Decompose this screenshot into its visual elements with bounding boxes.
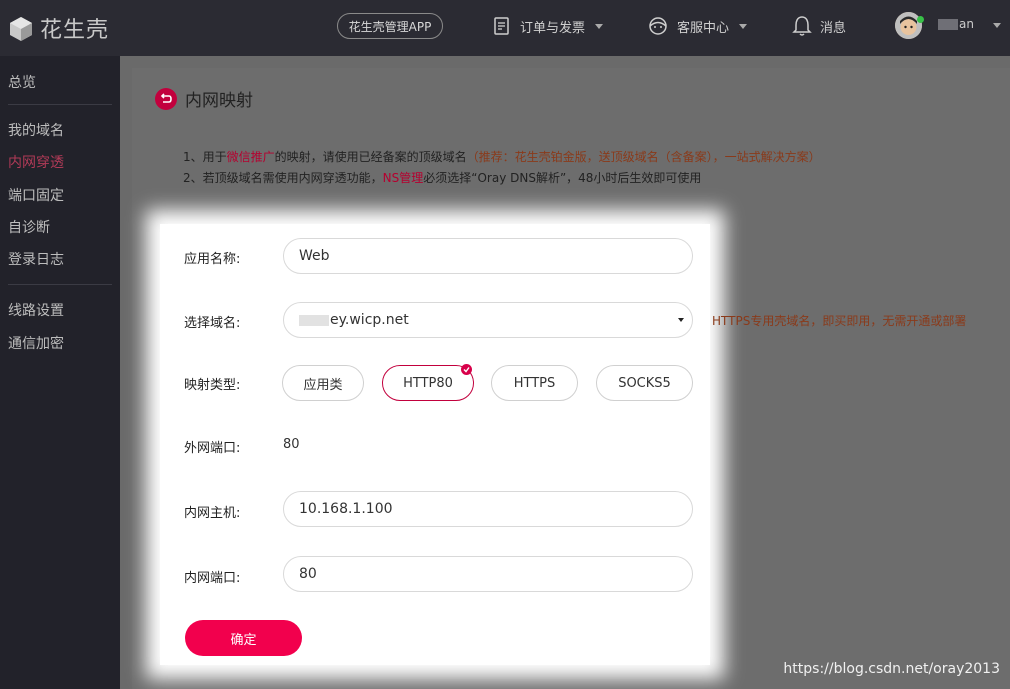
note-highlight: 微信推广: [226, 150, 275, 164]
sidebar-item-overview[interactable]: 总览: [8, 72, 36, 92]
sidebar-divider: [8, 104, 112, 105]
internal-port-value: 80: [299, 566, 317, 582]
sidebar-divider: [8, 284, 112, 285]
nav-support-label: 客服中心: [677, 20, 730, 36]
logo-text: 花生壳: [40, 18, 110, 43]
username[interactable]: an: [938, 17, 974, 31]
selected-check-icon: [461, 364, 472, 375]
nav-messages[interactable]: 消息: [792, 0, 846, 52]
online-status-dot: [917, 16, 924, 23]
note-line-1: 1、用于微信推广的映射，请使用已经备案的顶级域名（推荐：花生壳铂金版，送顶级域名…: [183, 147, 821, 168]
sidebar-item-self-diagnosis[interactable]: 自诊断: [8, 217, 50, 237]
domain-select[interactable]: ey.wicp.net: [283, 302, 693, 338]
watermark: https://blog.csdn.net/oray2013: [783, 661, 1000, 677]
app-name-label: 应用名称:: [184, 252, 241, 267]
domain-value: ey.wicp.net: [330, 312, 409, 328]
confirm-button[interactable]: 确定: [185, 620, 302, 656]
internal-port-input[interactable]: 80: [283, 556, 693, 592]
note-text: 2、若顶级域名需使用内网穿透功能，: [183, 171, 383, 185]
username-redacted: [938, 18, 958, 30]
back-arrow-icon: [160, 92, 172, 103]
note-line-2: 2、若顶级域名需使用内网穿透功能，NS管理必须选择“Oray DNS解析”，48…: [183, 168, 821, 189]
ns-management-link[interactable]: NS管理: [383, 171, 424, 185]
chevron-down-icon: [739, 23, 748, 29]
sidebar-item-intranet-penetration[interactable]: 内网穿透: [8, 152, 64, 172]
nav-support[interactable]: 客服中心: [647, 0, 748, 52]
external-port-value: 80: [283, 437, 300, 452]
domain-label: 选择域名:: [184, 316, 241, 331]
back-icon[interactable]: [155, 87, 177, 110]
note-recommendation-link[interactable]: （推荐：花生壳铂金版，送顶级域名（含备案），一站式解决方案）: [467, 150, 821, 164]
app-name-input[interactable]: Web: [283, 238, 693, 274]
type-app-button[interactable]: 应用类: [282, 365, 364, 401]
type-http80-label: HTTP80: [403, 375, 453, 391]
internal-host-label: 内网主机:: [184, 506, 241, 521]
usage-notes: 1、用于微信推广的映射，请使用已经备案的顶级域名（推荐：花生壳铂金版，送顶级域名…: [183, 147, 821, 189]
note-text: 必须选择“Oray DNS解析”，48小时后生效即可使用: [423, 171, 702, 185]
note-text: 的映射，请使用已经备案的顶级域名: [274, 150, 467, 164]
type-https-button[interactable]: HTTPS: [491, 365, 578, 401]
chevron-down-icon: [678, 318, 684, 322]
nav-orders[interactable]: 订单与发票: [492, 0, 604, 52]
internal-host-value: 10.168.1.100: [299, 501, 393, 517]
https-domain-note[interactable]: HTTPS专用壳域名，即买即用，无需开通或部署: [712, 312, 966, 329]
sidebar: 总览 我的域名 内网穿透 端口固定 自诊断 登录日志 线路设置 通信加密: [0, 56, 120, 689]
page-title-row: 内网映射: [155, 86, 253, 111]
top-header: 花生壳 花生壳管理APP 订单与发票 客服中心 消息 an: [0, 0, 1010, 56]
mapping-form-card: [160, 224, 710, 665]
sidebar-item-line-settings[interactable]: 线路设置: [8, 300, 64, 320]
page-title: 内网映射: [185, 91, 253, 111]
type-socks5-button[interactable]: SOCKS5: [596, 365, 693, 401]
nav-messages-label: 消息: [820, 20, 847, 36]
logo[interactable]: 花生壳: [8, 12, 109, 44]
sidebar-item-my-domains[interactable]: 我的域名: [8, 120, 64, 140]
nav-orders-label: 订单与发票: [520, 20, 586, 36]
support-icon: [649, 17, 667, 35]
internal-host-input[interactable]: 10.168.1.100: [283, 491, 693, 527]
type-http80-button[interactable]: HTTP80: [382, 364, 474, 401]
bell-icon: [792, 16, 812, 36]
mapping-type-label: 映射类型:: [184, 378, 241, 393]
invoice-icon: [494, 17, 509, 35]
app-download-button[interactable]: 花生壳管理APP: [337, 13, 443, 39]
external-port-label: 外网端口:: [184, 441, 241, 456]
user-menu-chevron-icon[interactable]: [993, 23, 1001, 28]
note-text: 1、用于: [183, 150, 227, 164]
internal-port-label: 内网端口:: [184, 571, 241, 586]
sidebar-item-encryption[interactable]: 通信加密: [8, 333, 64, 353]
domain-redacted: [299, 314, 329, 326]
username-text: an: [959, 17, 974, 31]
logo-cube-icon: [10, 17, 32, 41]
sidebar-item-login-log[interactable]: 登录日志: [8, 249, 64, 269]
app-name-value: Web: [299, 248, 330, 264]
sidebar-item-port-fixed[interactable]: 端口固定: [8, 185, 64, 205]
chevron-down-icon: [595, 23, 604, 29]
